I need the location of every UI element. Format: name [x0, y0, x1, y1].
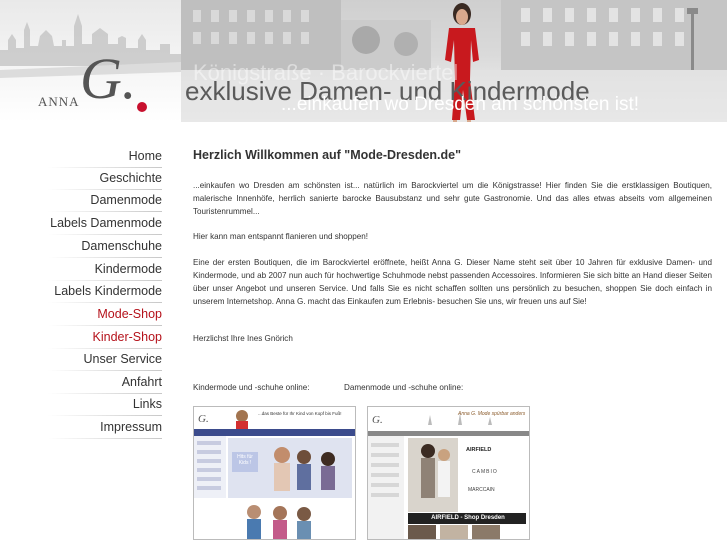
women-shop-banner: AIRFIELD - Shop Dresden — [431, 515, 505, 521]
kids-shop-thumbnail[interactable]: G. ...das Beste für Ihr Kind von Kopf bi… — [193, 406, 356, 540]
logo-letter: G. — [80, 46, 137, 111]
nav-item-damenschuhe[interactable]: Damenschuhe — [50, 235, 162, 257]
nav-item-anfahrt[interactable]: Anfahrt — [50, 371, 162, 393]
nav-item-damenmode[interactable]: Damenmode — [50, 189, 162, 211]
page-title: Herzlich Willkommen auf "Mode-Dresden.de… — [193, 148, 462, 162]
svg-text:G.: G. — [198, 413, 209, 425]
women-shop-slogan: Anna G. Mode spürbar anders — [458, 411, 526, 417]
header: G. ANNA Königstraße · Barockviertel exkl… — [0, 0, 727, 122]
logo-name: ANNA — [38, 94, 80, 109]
nav-item-labels-damenmode[interactable]: Labels Damenmode — [50, 212, 162, 234]
shopping-paragraph: Hier kann man entspannt flanieren und sh… — [193, 232, 369, 241]
logo-red-dot — [137, 102, 147, 112]
nav-item-unser-service[interactable]: Unser Service — [50, 348, 163, 370]
nav-divider — [48, 438, 162, 439]
signature: Herzlichst Ihre Ines Gnörich — [193, 334, 293, 343]
nav-item-mode-shop[interactable]: Mode-Shop — [50, 303, 162, 325]
nav-item-kinder-shop[interactable]: Kinder-Shop — [50, 326, 163, 348]
main-content: Herzlich Willkommen auf "Mode-Dresden.de… — [181, 122, 727, 545]
kids-shop-slogan: ...das Beste für Ihr Kind von Kopf bis F… — [258, 411, 342, 416]
nav-item-links[interactable]: Links — [50, 393, 162, 415]
about-paragraph: Eine der ersten Boutiquen, die im Barock… — [193, 258, 712, 306]
women-shop-label: Damenmode und -schuhe online: — [344, 383, 464, 392]
svg-text:G.: G. — [372, 414, 383, 426]
nav-item-impressum[interactable]: Impressum — [50, 416, 162, 438]
nav-item-labels-kindermode[interactable]: Labels Kindermode — [50, 280, 162, 302]
women-brand-label-2: CAMBIO — [472, 469, 498, 475]
women-brand-label-1: AIRFIELD — [466, 447, 492, 453]
intro-paragraph: ...einkaufen wo Dresden am schönsten ist… — [193, 181, 712, 216]
logo-panel: G. ANNA — [0, 0, 181, 122]
women-brand-label-3: MARCCAIN — [468, 487, 495, 493]
header-tagline: ...einkaufen wo Dresden am schönsten ist… — [281, 94, 640, 115]
nav-item-kindermode[interactable]: Kindermode — [50, 258, 162, 280]
nav-item-geschichte[interactable]: Geschichte — [50, 167, 162, 189]
kids-shop-badge: Hits für Kids ! — [237, 454, 253, 466]
sidebar-nav: Home Geschichte Damenmode Labels Damenmo… — [0, 122, 181, 545]
kids-shop-preview-graphic: G. — [194, 407, 355, 539]
kids-shop-label: Kindermode und -schuhe online: — [193, 383, 310, 392]
nav-item-home[interactable]: Home — [50, 145, 162, 167]
women-shop-thumbnail[interactable]: G. Anna G. Mode spürbar anders AIRFIELD … — [367, 406, 530, 540]
